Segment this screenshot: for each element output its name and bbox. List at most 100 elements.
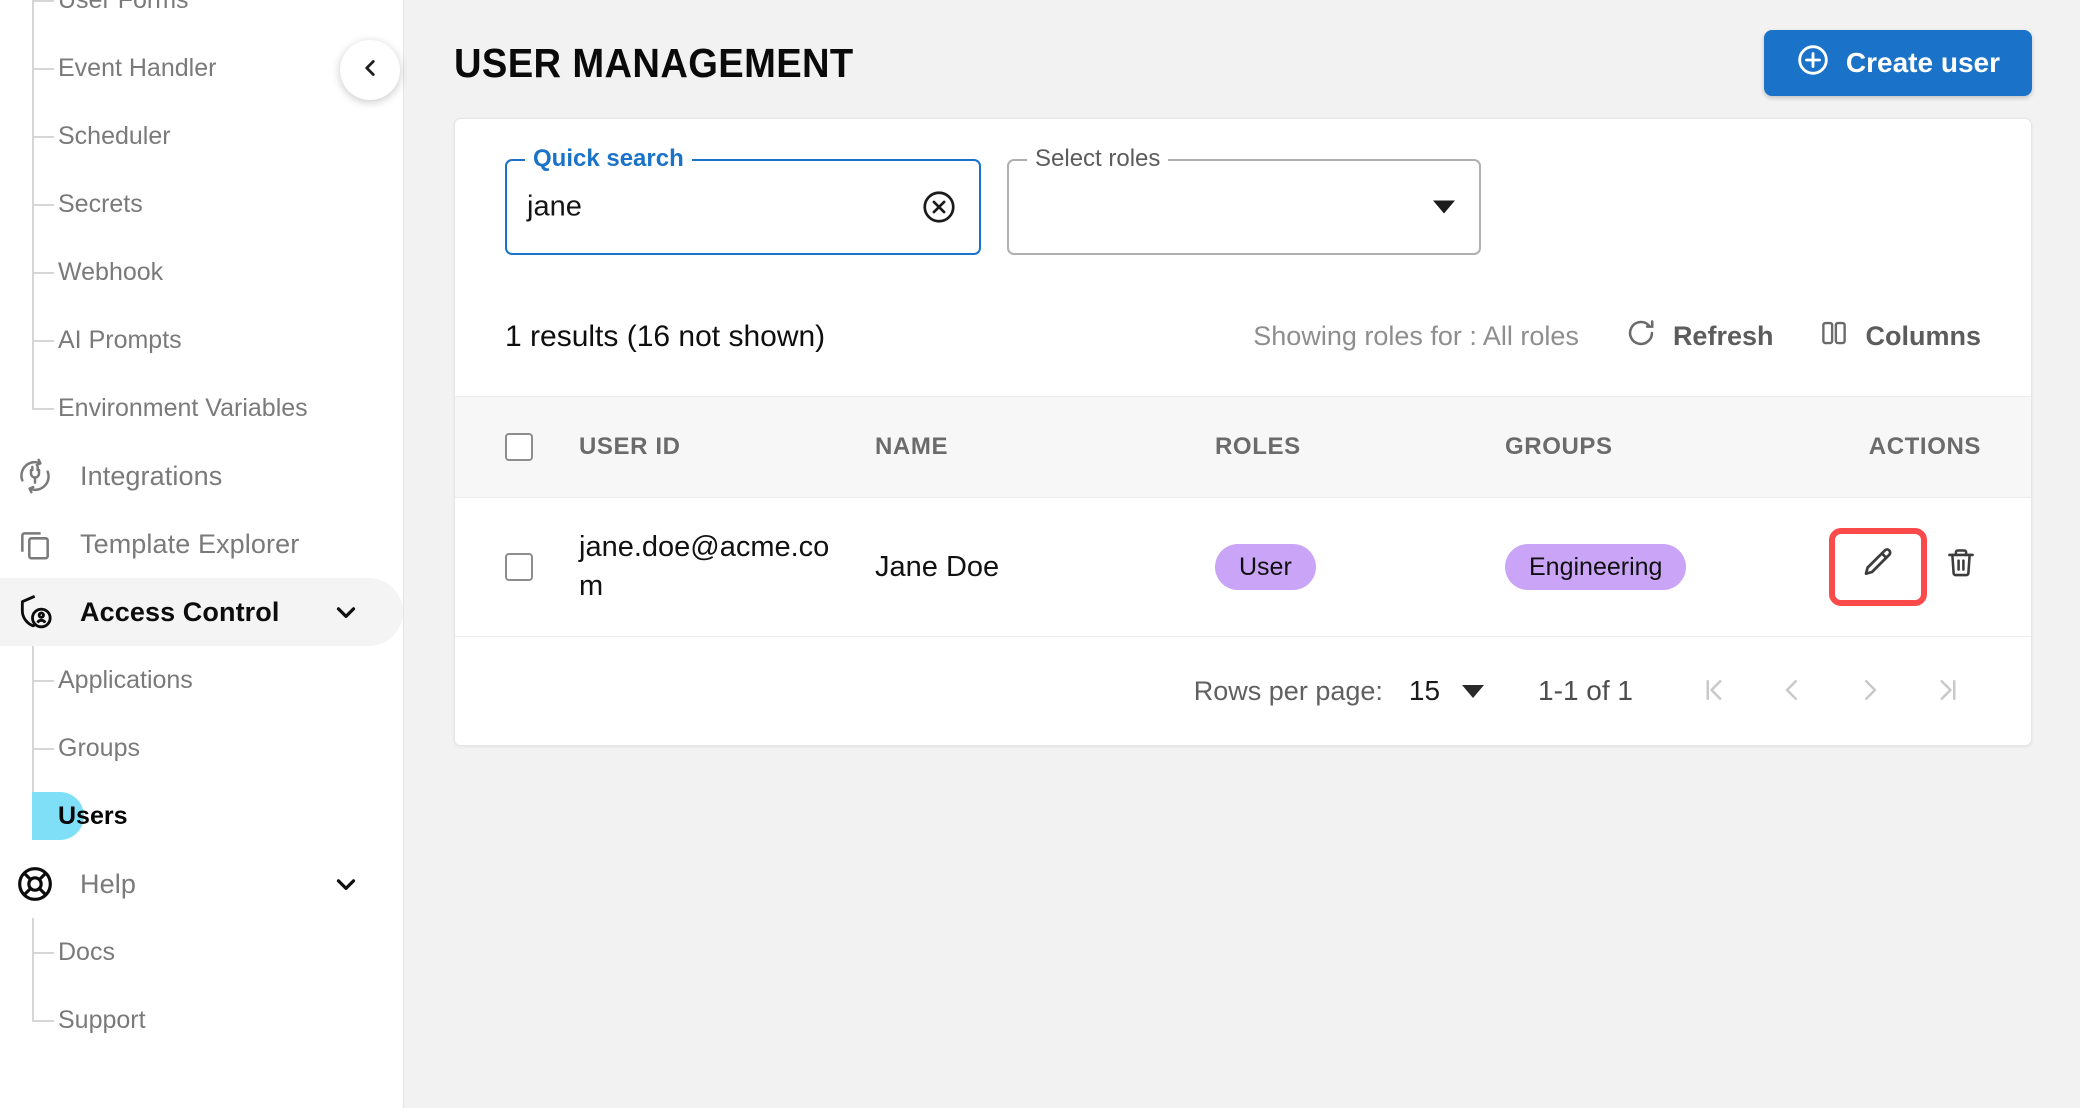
sidebar-item-label: Template Explorer [80, 528, 300, 559]
first-page-button[interactable] [1679, 660, 1749, 722]
table-header-row: USER ID NAME ROLES GROUPS ACTIONS [455, 396, 2031, 498]
group-chip: Engineering [1505, 544, 1687, 591]
edit-user-button[interactable] [1851, 540, 1905, 594]
rows-per-page-label: Rows per page: [1193, 675, 1383, 706]
chevron-left-icon [357, 55, 383, 86]
select-all-checkbox[interactable] [505, 433, 533, 461]
pencil-edit-icon [1860, 545, 1896, 589]
refresh-button[interactable]: Refresh [1625, 317, 1774, 356]
row-select-cell [455, 497, 579, 638]
sidebar-item-secrets[interactable]: Secrets [0, 170, 403, 238]
refresh-label: Refresh [1672, 321, 1774, 351]
sidebar-item-access-control[interactable]: Access Control [0, 578, 403, 646]
sidebar-item-support[interactable]: Support [0, 986, 403, 1054]
column-header-actions: ACTIONS [1829, 396, 2031, 498]
cell-name: Jane Doe [875, 497, 1215, 638]
toolbar-actions: Showing roles for : All roles Refresh Co… [1253, 317, 1981, 356]
delete-user-button[interactable] [1941, 540, 1981, 594]
shield-user-icon [14, 591, 56, 633]
sidebar-item-label: Help [80, 868, 136, 899]
role-chip: User [1215, 544, 1316, 591]
table-body: jane.doe@acme.com Jane Doe User Engineering [455, 497, 2031, 638]
table-row[interactable]: jane.doe@acme.com Jane Doe User Engineering [455, 497, 2031, 638]
create-user-label: Create user [1845, 47, 2000, 78]
column-header-groups[interactable]: GROUPS [1505, 396, 1829, 498]
cell-actions [1829, 497, 2031, 638]
next-page-button[interactable] [1835, 660, 1905, 722]
copy-stack-icon [14, 523, 56, 565]
columns-button[interactable]: Columns [1819, 318, 1981, 355]
sidebar-item-webhook[interactable]: Webhook [0, 238, 403, 306]
main-content: USER MANAGEMENT Create user Quick search [404, 0, 2080, 1108]
table-toolbar: 1 results (16 not shown) Showing roles f… [455, 255, 2031, 396]
column-header-roles[interactable]: ROLES [1215, 396, 1505, 498]
refresh-icon [1625, 317, 1657, 356]
sidebar-collapse-button[interactable] [340, 40, 400, 100]
quick-search-field[interactable]: Quick search jane [505, 145, 981, 255]
sidebar-item-integrations[interactable]: Integrations [0, 442, 403, 510]
caret-down-icon[interactable] [1433, 200, 1455, 214]
sidebar-item-docs[interactable]: Docs [0, 918, 403, 986]
sidebar-item-scheduler[interactable]: Scheduler [0, 102, 403, 170]
last-page-icon [1933, 675, 1963, 708]
sidebar-nav-list: User Forms Event Handler Scheduler Secrets W… [0, 0, 403, 1054]
page-header: USER MANAGEMENT Create user [454, 0, 2032, 118]
sidebar-item-label: Support [58, 1005, 146, 1034]
showing-roles-text: Showing roles for : All roles [1253, 321, 1579, 351]
clear-circle-icon[interactable] [921, 189, 957, 225]
page-range-label: 1-1 of 1 [1538, 675, 1633, 707]
chevron-down-icon[interactable] [331, 869, 361, 899]
sidebar-item-label: Groups [58, 733, 140, 762]
sidebar-item-applications[interactable]: Applications [0, 646, 403, 714]
chevron-down-icon[interactable] [331, 597, 361, 627]
sidebar-item-label: User Forms [58, 0, 189, 15]
sidebar-item-user-forms[interactable]: User Forms [0, 0, 403, 34]
sidebar-item-label: Integrations [80, 460, 223, 491]
quick-search-input[interactable]: jane [527, 191, 582, 224]
trash-icon [1944, 546, 1978, 588]
filters-bar: Quick search jane Select roles [455, 119, 2031, 255]
columns-label: Columns [1865, 321, 1981, 351]
sidebar-item-users[interactable]: Users [0, 782, 403, 850]
edit-button-highlight [1829, 528, 1927, 607]
create-user-button[interactable]: Create user [1763, 30, 2032, 96]
sidebar-item-label: Event Handler [58, 53, 217, 82]
sidebar-item-template-explorer[interactable]: Template Explorer [0, 510, 403, 578]
sidebar-item-label: Webhook [58, 257, 164, 286]
sidebar-item-help[interactable]: Help [0, 850, 403, 918]
sidebar-item-label: Applications [58, 665, 193, 694]
cell-roles: User [1215, 497, 1505, 638]
columns-icon [1819, 318, 1849, 355]
table-head: USER ID NAME ROLES GROUPS ACTIONS [455, 396, 2031, 498]
pagination-bar: Rows per page: 15 1-1 of 1 [455, 637, 2031, 745]
results-count: 1 results (16 not shown) [505, 319, 826, 353]
first-page-icon [1699, 675, 1729, 708]
rows-per-page-value[interactable]: 15 [1409, 675, 1440, 707]
page-title: USER MANAGEMENT [454, 39, 854, 86]
quick-search-label: Quick search [525, 145, 692, 173]
sidebar-item-label: Users [58, 801, 128, 830]
sidebar-item-environment-variables[interactable]: Environment Variables [0, 374, 403, 442]
sidebar-item-label: AI Prompts [58, 325, 182, 354]
sidebar-item-label: Scheduler [58, 121, 171, 150]
app-root: User Forms Event Handler Scheduler Secrets W… [0, 0, 2080, 1108]
column-header-name[interactable]: NAME [875, 396, 1215, 498]
lifebuoy-icon [14, 863, 56, 905]
row-checkbox[interactable] [505, 553, 533, 582]
sidebar-item-groups[interactable]: Groups [0, 714, 403, 782]
prev-page-button[interactable] [1757, 660, 1827, 722]
column-header-user-id[interactable]: USER ID [579, 396, 875, 498]
users-card: Quick search jane Select roles 1 results… [454, 118, 2032, 747]
select-all-header [455, 396, 579, 498]
sidebar-item-ai-prompts[interactable]: AI Prompts [0, 306, 403, 374]
prev-page-icon [1777, 675, 1807, 708]
cell-groups: Engineering [1505, 497, 1829, 638]
next-page-icon [1855, 675, 1885, 708]
select-roles-field[interactable]: Select roles [1007, 145, 1481, 255]
last-page-button[interactable] [1913, 660, 1983, 722]
sidebar-item-label: Access Control [80, 596, 280, 627]
cell-user-id: jane.doe@acme.com [579, 497, 875, 638]
rows-per-page-caret-icon[interactable] [1462, 684, 1485, 698]
plus-circle-icon [1796, 43, 1830, 84]
sidebar-item-label: Docs [58, 937, 115, 966]
